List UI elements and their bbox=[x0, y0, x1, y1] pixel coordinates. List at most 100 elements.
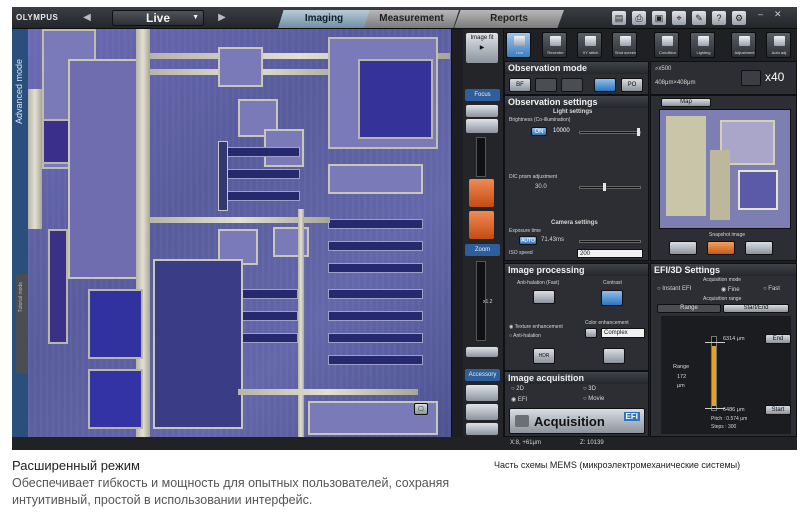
po-button[interactable]: PO bbox=[621, 78, 643, 92]
microscope-icon[interactable]: ⌖ bbox=[672, 11, 686, 25]
tab-reports-label: Reports bbox=[490, 13, 528, 24]
xy-stitch-button[interactable]: XY stitch bbox=[577, 32, 602, 58]
top-bar: OLYMPUS ◀ Live ▼ ▶ Imaging Measurement R… bbox=[12, 7, 797, 29]
objective-icon[interactable] bbox=[741, 70, 761, 86]
accessory-button-2[interactable] bbox=[466, 404, 498, 420]
die-pad bbox=[48, 229, 68, 344]
save-icon[interactable]: ▣ bbox=[652, 11, 666, 25]
xy-position: X:8, +61μm bbox=[510, 440, 541, 446]
brightness-knob[interactable] bbox=[637, 128, 640, 136]
exposure-slider[interactable] bbox=[579, 240, 641, 243]
shot-screen-button[interactable]: Shot screen bbox=[612, 32, 637, 58]
tab-imaging-label: Imaging bbox=[304, 13, 344, 24]
shot-screen-button-label: Shot screen bbox=[614, 50, 637, 55]
eyedropper-icon[interactable] bbox=[585, 328, 597, 338]
range-bottom-marker bbox=[705, 408, 725, 409]
focus-slider[interactable] bbox=[476, 137, 486, 177]
camera-icon bbox=[515, 415, 529, 427]
top-unit: μm bbox=[736, 336, 745, 342]
efi-settings-panel: EFI/3D Settings Acquisition mode ○ Insta… bbox=[650, 263, 797, 437]
bf-button[interactable]: BF bbox=[509, 78, 531, 92]
fast-option[interactable]: ○ Fast bbox=[763, 286, 780, 292]
forward-icon[interactable]: ▶ bbox=[215, 11, 229, 25]
exposure-value: 71.43ms bbox=[541, 237, 565, 243]
print-icon[interactable]: ⎙ bbox=[632, 11, 646, 25]
map-thumbnail[interactable] bbox=[659, 109, 791, 229]
auto-adjust-button[interactable]: Auto adj. bbox=[766, 32, 791, 58]
image-acquisition-title: Image acquisition bbox=[505, 372, 648, 384]
tab-reports[interactable]: Reports bbox=[454, 10, 564, 28]
focus-up-button[interactable] bbox=[469, 179, 494, 207]
fine-option[interactable]: ◉ Fine bbox=[721, 286, 740, 293]
mode-3d-option[interactable]: ○ 3D bbox=[583, 386, 596, 392]
accessory-label: Accessory bbox=[465, 369, 500, 381]
live-image-viewport[interactable]: ▢ bbox=[28, 29, 452, 437]
color-enhancement-select[interactable]: Complex bbox=[601, 328, 645, 338]
hdr-button[interactable]: HDR bbox=[533, 348, 555, 364]
end-button[interactable]: End bbox=[765, 334, 791, 344]
anti-halation-fast-button[interactable] bbox=[533, 290, 555, 304]
wrench-icon[interactable]: ⚙ bbox=[732, 11, 746, 25]
exposure-auto-button[interactable]: AUTO bbox=[519, 236, 537, 245]
dic-knob[interactable] bbox=[603, 183, 606, 191]
anti-halation-label: Anti-halation bbox=[513, 333, 541, 339]
exposure-label: Exposure time bbox=[509, 228, 541, 234]
autofocus-button[interactable] bbox=[466, 119, 498, 133]
tab-start-end[interactable]: Start/End bbox=[723, 304, 789, 313]
tab-measurement[interactable]: Measurement bbox=[364, 10, 459, 28]
accessory-button-1[interactable] bbox=[466, 385, 498, 401]
mode-button-2[interactable] bbox=[535, 78, 557, 92]
dic-slider[interactable] bbox=[579, 186, 641, 189]
play-icon: ▶ bbox=[479, 45, 485, 51]
acquisition-button[interactable]: Acquisition EFI bbox=[509, 408, 645, 434]
contrast-button[interactable] bbox=[601, 290, 623, 306]
snapshot-button-1[interactable] bbox=[669, 241, 697, 255]
focus-down-button[interactable] bbox=[469, 211, 494, 239]
lighting-button[interactable]: Lighting bbox=[690, 32, 715, 58]
mode-movie-option[interactable]: ○ Movie bbox=[583, 396, 604, 402]
image-fit-button[interactable]: Image fit ▶ bbox=[466, 33, 498, 63]
snapshot-button-3[interactable] bbox=[745, 241, 773, 255]
expand-icon[interactable]: ▢ bbox=[414, 403, 428, 415]
color-palette-button[interactable] bbox=[603, 348, 625, 364]
close-icon[interactable]: ✕ bbox=[774, 9, 782, 20]
tools-icon[interactable]: ✎ bbox=[692, 11, 706, 25]
export-icon[interactable]: ▤ bbox=[612, 11, 626, 25]
die-anchor bbox=[218, 141, 228, 211]
mode-selector-label: Live bbox=[145, 11, 170, 25]
mode-efi-option[interactable]: ◉ EFI bbox=[511, 396, 527, 403]
back-icon[interactable]: ◀ bbox=[80, 11, 94, 25]
acquisition-label: Acquisition bbox=[534, 414, 605, 429]
anti-halation-fast-label: Anti-halation (Fast) bbox=[517, 280, 560, 286]
start-button[interactable]: Start bbox=[765, 405, 791, 415]
help-icon[interactable]: ? bbox=[712, 11, 726, 25]
caption-right: Часть схемы MEMS (микроэлектромеханическ… bbox=[494, 460, 741, 470]
light-on-toggle[interactable]: ON bbox=[531, 127, 547, 136]
zoom-text: x500 bbox=[658, 66, 672, 72]
tab-range[interactable]: Range bbox=[657, 304, 721, 313]
tab-imaging[interactable]: Imaging bbox=[278, 10, 370, 28]
minimize-icon[interactable]: – bbox=[758, 9, 763, 19]
map-tab[interactable]: Map bbox=[661, 98, 711, 107]
radio-icon: ◉ bbox=[511, 397, 518, 403]
recentre-button[interactable]: Recentre bbox=[542, 32, 567, 58]
condition-button[interactable]: Condition bbox=[654, 32, 679, 58]
zoom-reset-button[interactable] bbox=[466, 347, 498, 357]
brightness-slider[interactable] bbox=[579, 131, 641, 134]
mode-selector[interactable]: Live ▼ bbox=[112, 10, 204, 26]
comb-finger bbox=[328, 219, 423, 229]
mode-button-3[interactable] bbox=[561, 78, 583, 92]
snapshot-button-2[interactable] bbox=[707, 241, 735, 255]
live-button[interactable]: Live bbox=[506, 32, 531, 58]
radio-icon: ◉ bbox=[721, 287, 728, 293]
iso-select[interactable]: 200 bbox=[577, 249, 643, 258]
instant-efi-option[interactable]: ○ Instant EFI bbox=[657, 286, 691, 292]
map-feature bbox=[666, 116, 706, 216]
mode-button-4[interactable] bbox=[594, 78, 616, 92]
adjustment-button[interactable]: Adjustment bbox=[731, 32, 756, 58]
focus-fine-button[interactable] bbox=[466, 105, 498, 117]
dic-value: 30.0 bbox=[535, 184, 547, 190]
mode-2d-option[interactable]: ○ 2D bbox=[511, 386, 524, 392]
xy-stitch-button-label: XY stitch bbox=[582, 50, 599, 55]
accessory-button-3[interactable] bbox=[466, 423, 498, 435]
